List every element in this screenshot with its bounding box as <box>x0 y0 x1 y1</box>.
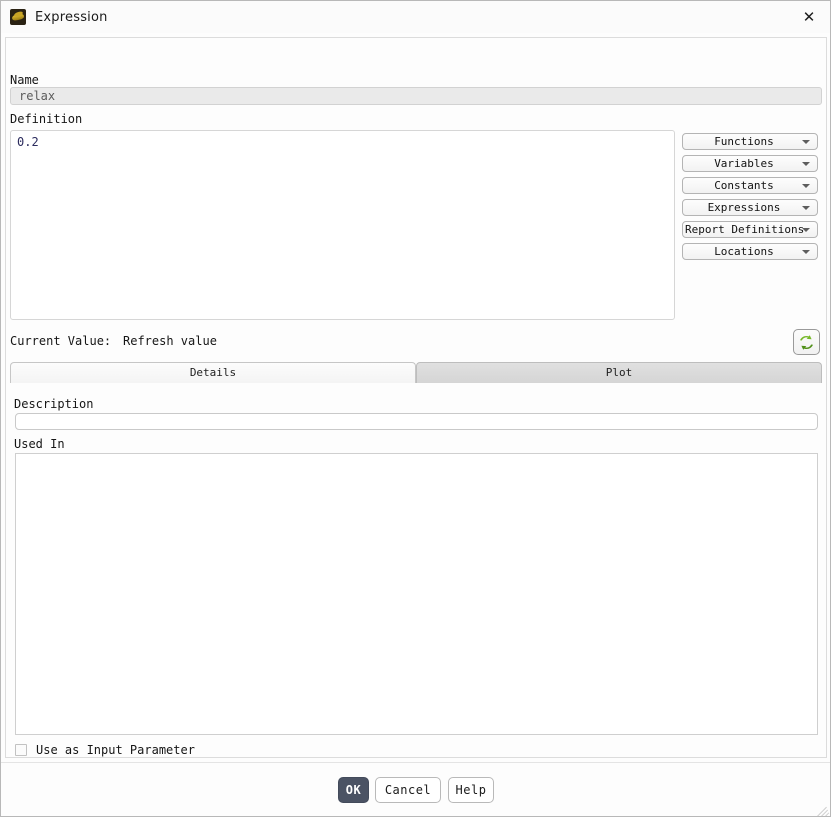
dialog-body: Name Definition Functions Variables Cons… <box>1 33 830 779</box>
checkbox-label: Use as Input Parameter <box>36 743 195 757</box>
description-input[interactable] <box>15 413 818 430</box>
used-in-label: Used In <box>14 437 65 451</box>
close-icon[interactable]: ✕ <box>786 2 830 33</box>
chevron-down-icon <box>802 206 810 210</box>
refresh-icon <box>800 334 813 350</box>
insert-menu-functions[interactable]: Functions <box>682 133 818 150</box>
insert-menu-label: Expressions <box>707 201 781 214</box>
insert-menu-label: Constants <box>714 179 774 192</box>
name-label: Name <box>10 73 39 87</box>
dialog-footer: OK Cancel Help CFD之道 <box>1 762 830 816</box>
name-input[interactable] <box>10 87 822 105</box>
help-button[interactable]: Help <box>448 777 494 803</box>
insert-menu-report-definitions[interactable]: Report Definitions <box>682 221 818 238</box>
fluent-app-icon <box>10 9 26 25</box>
title-bar: Expression ✕ <box>1 1 830 34</box>
insert-menu-label: Locations <box>714 245 774 258</box>
insert-menu-constants[interactable]: Constants <box>682 177 818 194</box>
ok-button[interactable]: OK <box>338 777 369 803</box>
current-value-text: Refresh value <box>123 334 217 348</box>
cancel-button[interactable]: Cancel <box>375 777 441 803</box>
insert-menu-locations[interactable]: Locations <box>682 243 818 260</box>
resize-grip[interactable] <box>816 803 830 816</box>
description-label: Description <box>14 397 94 411</box>
insert-menu-expressions[interactable]: Expressions <box>682 199 818 216</box>
tab-strip: Details Plot <box>10 362 822 383</box>
definition-label: Definition <box>10 112 83 126</box>
chevron-down-icon <box>802 250 810 254</box>
insert-menu-label: Functions <box>714 135 774 148</box>
expression-dialog: Expression ✕ Name Definition Functions V… <box>0 0 831 817</box>
insert-menu-variables[interactable]: Variables <box>682 155 818 172</box>
insert-menu-label: Report Definitions <box>685 223 805 236</box>
insert-menu-label: Variables <box>714 157 774 170</box>
definition-input[interactable] <box>10 130 675 320</box>
used-in-list[interactable] <box>15 453 818 735</box>
tab-plot[interactable]: Plot <box>416 362 822 383</box>
chevron-down-icon <box>802 140 810 144</box>
chevron-down-icon <box>802 162 810 166</box>
tab-details[interactable]: Details <box>10 362 416 383</box>
window-title: Expression <box>35 9 108 25</box>
checkbox-box <box>15 744 27 756</box>
current-value-label: Current Value: <box>10 334 112 348</box>
refresh-value-button[interactable] <box>793 329 820 355</box>
use-as-input-parameter-checkbox[interactable]: Use as Input Parameter <box>15 743 195 757</box>
insert-menu-group: Functions Variables Constants Expression… <box>682 133 818 265</box>
chevron-down-icon <box>802 184 810 188</box>
chevron-down-icon <box>802 228 810 232</box>
